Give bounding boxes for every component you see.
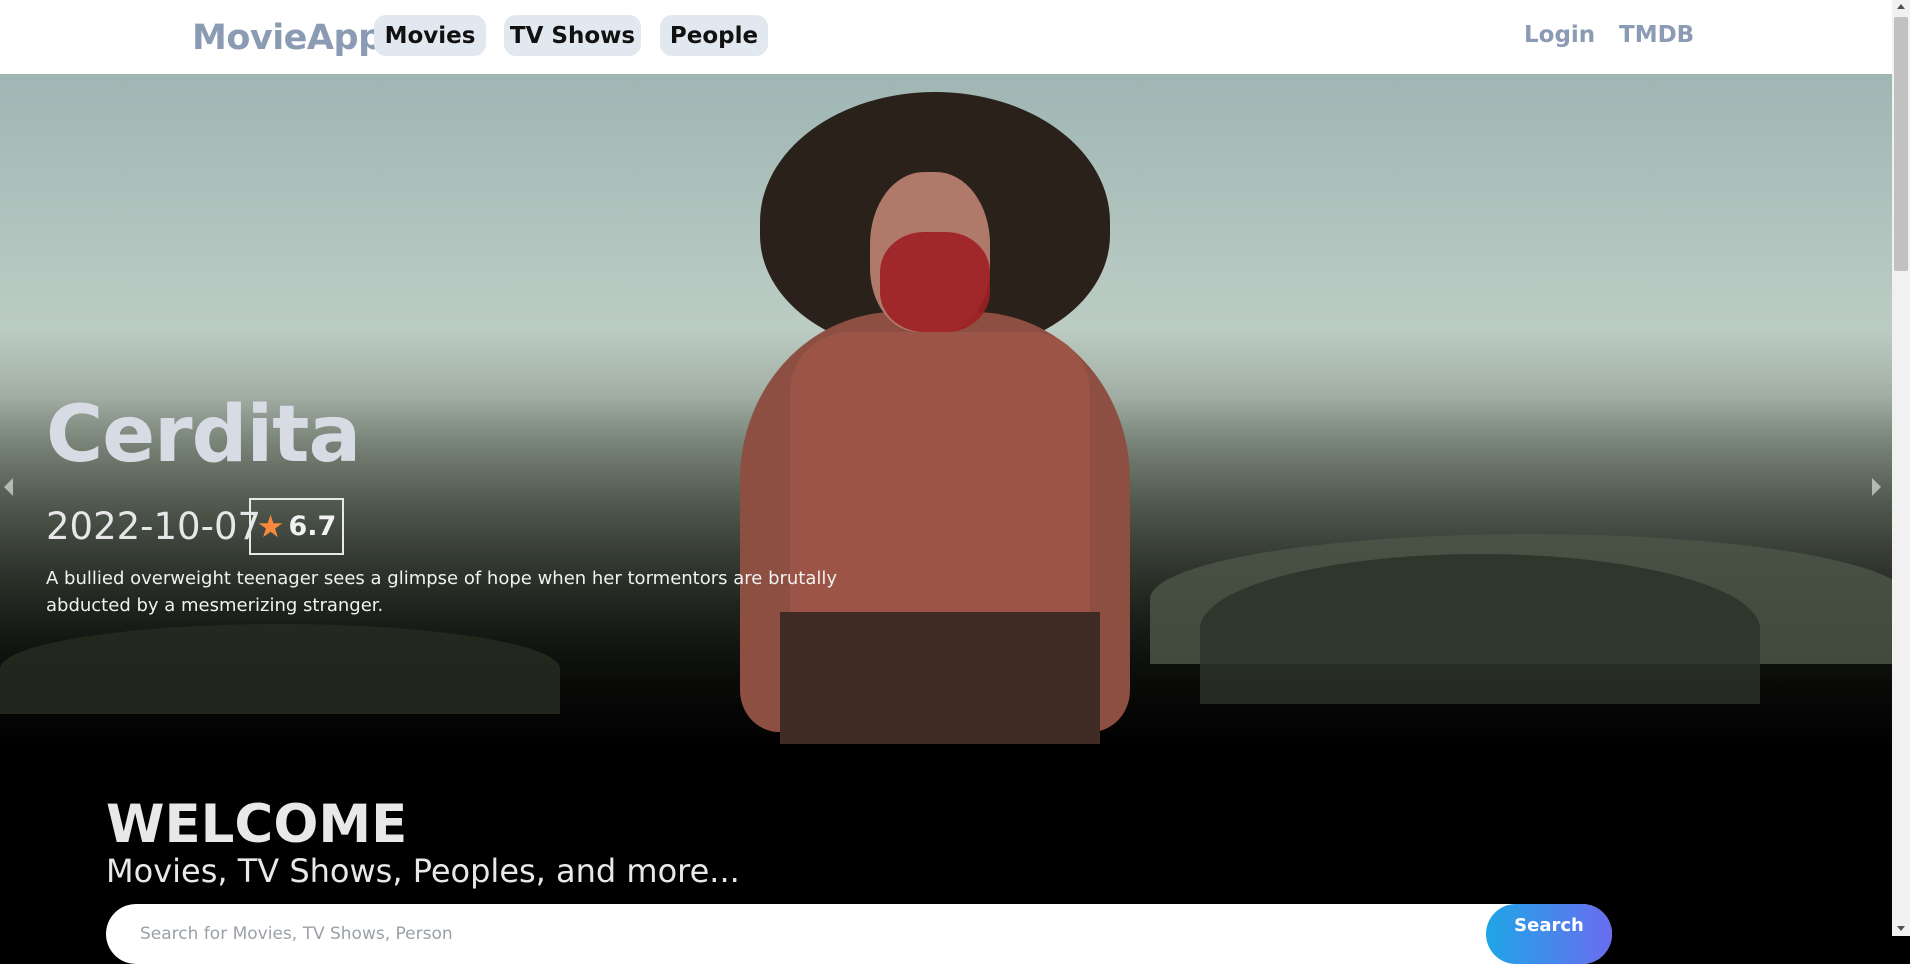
star-icon: ★ xyxy=(256,509,285,544)
hero-background-trees xyxy=(0,624,560,714)
top-navbar: MovieApp Movies TV Shows People Login TM… xyxy=(0,0,1892,74)
tmdb-link[interactable]: TMDB xyxy=(1619,22,1694,48)
hero-release-date: 2022-10-07 xyxy=(46,505,262,548)
hero-background-trees xyxy=(1200,554,1760,704)
search-button[interactable]: Search xyxy=(1486,904,1612,964)
welcome-subtitle: Movies, TV Shows, Peoples, and more... xyxy=(106,852,740,890)
hero-backdrop-figure xyxy=(720,92,1140,744)
hero-overview: A bullied overweight teenager sees a gli… xyxy=(46,568,838,616)
hero-carousel: Cerdita 2022-10-07 ★ 6.7 A bullied overw… xyxy=(0,74,1892,744)
login-link[interactable]: Login xyxy=(1524,22,1595,48)
page-scrollbar[interactable] xyxy=(1892,0,1910,936)
scroll-down-icon[interactable] xyxy=(1897,926,1905,931)
carousel-next-icon[interactable] xyxy=(1872,478,1881,496)
hero-title[interactable]: Cerdita xyxy=(46,390,361,480)
nav-tv-shows-button[interactable]: TV Shows xyxy=(504,15,641,56)
nav-people-button[interactable]: People xyxy=(660,15,768,56)
search-input[interactable] xyxy=(140,918,1440,950)
search-bar: Search xyxy=(106,904,1612,964)
nav-movies-button[interactable]: Movies xyxy=(374,15,486,56)
scrollbar-thumb[interactable] xyxy=(1894,17,1908,271)
scroll-up-icon[interactable] xyxy=(1897,4,1905,9)
welcome-title: WELCOME xyxy=(106,794,408,855)
carousel-prev-icon[interactable] xyxy=(4,478,13,496)
rating-badge: ★ 6.7 xyxy=(249,498,344,555)
welcome-section: WELCOME Movies, TV Shows, Peoples, and m… xyxy=(0,744,1892,964)
rating-value: 6.7 xyxy=(288,511,337,542)
brand-logo[interactable]: MovieApp xyxy=(192,18,383,58)
